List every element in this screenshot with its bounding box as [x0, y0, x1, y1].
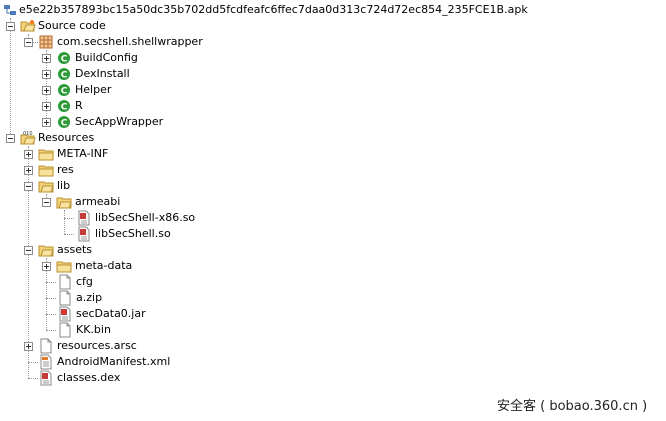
file-icon	[38, 338, 54, 354]
folder-icon	[56, 194, 72, 210]
expand-toggle[interactable]	[42, 86, 51, 95]
project-tree: e5e22b357893bc15a50dc35b702dd5fcdfeafc6f…	[0, 0, 666, 421]
expand-toggle[interactable]	[42, 54, 51, 63]
tree-node-label: BuildConfig	[75, 51, 138, 64]
xml-file-icon	[38, 354, 54, 370]
tree-node-file[interactable]: cfg	[0, 274, 200, 290]
apk-icon	[2, 2, 18, 18]
tree-node-label: classes.dex	[57, 371, 121, 384]
class-icon: C	[56, 50, 72, 66]
tree-node-so-file[interactable]: libSecShell-x86.so	[0, 210, 220, 226]
tree-node-label: resources.arsc	[57, 339, 137, 352]
tree-node-label: cfg	[76, 275, 93, 288]
tree-node-class[interactable]: C DexInstall	[0, 66, 200, 82]
tree-node-class[interactable]: C Helper	[0, 82, 200, 98]
svg-text:010: 010	[23, 131, 33, 137]
tree-node-label: lib	[57, 179, 71, 192]
tree-node-label: SecAppWrapper	[75, 115, 164, 128]
tree-node-label: KK.bin	[76, 323, 111, 336]
tree-node-source-code[interactable]: Source code	[0, 18, 200, 34]
collapse-toggle[interactable]	[24, 182, 33, 191]
collapse-toggle[interactable]	[42, 198, 51, 207]
expand-toggle[interactable]	[42, 102, 51, 111]
svg-text:C: C	[61, 103, 68, 113]
collapse-toggle[interactable]	[6, 22, 15, 31]
tree-node-lib[interactable]: lib	[0, 178, 200, 194]
collapse-toggle[interactable]	[24, 38, 33, 47]
source-folder-icon	[20, 18, 36, 34]
folder-icon	[56, 258, 72, 274]
file-icon	[57, 322, 73, 338]
svg-text:C: C	[61, 55, 68, 65]
resources-folder-icon: 010	[20, 130, 36, 146]
tree-node-label: AndroidManifest.xml	[57, 355, 171, 368]
svg-text:C: C	[61, 87, 68, 97]
tree-node-file[interactable]: KK.bin	[0, 322, 200, 338]
tree-node-label: secData0.jar	[76, 307, 146, 320]
tree-node-resources[interactable]: 010 Resources	[0, 130, 200, 146]
folder-icon	[38, 146, 54, 162]
binary-file-icon	[76, 210, 92, 226]
class-icon: C	[56, 82, 72, 98]
tree-node-label: meta-data	[75, 259, 133, 272]
class-icon: C	[56, 98, 72, 114]
expand-toggle[interactable]	[24, 150, 33, 159]
tree-node-label: libSecShell-x86.so	[95, 211, 196, 224]
expand-toggle[interactable]	[42, 118, 51, 127]
folder-icon	[38, 178, 54, 194]
svg-text:C: C	[61, 71, 68, 81]
watermark: 安全客 ( bobao.360.cn )	[497, 399, 648, 414]
binary-file-icon	[38, 370, 54, 386]
tree-node-label: assets	[57, 243, 93, 256]
tree-node-label: META-INF	[57, 147, 109, 160]
tree-node-label: Resources	[38, 131, 95, 144]
tree-node-assets[interactable]: assets	[0, 242, 200, 258]
tree-node-label: R	[75, 99, 83, 112]
expand-toggle[interactable]	[42, 262, 51, 271]
tree-node-label: armeabi	[75, 195, 121, 208]
expand-toggle[interactable]	[24, 166, 33, 175]
tree-node-label: com.secshell.shellwrapper	[57, 35, 203, 48]
tree-node-file[interactable]: AndroidManifest.xml	[0, 354, 220, 370]
class-icon: C	[56, 66, 72, 82]
tree-node-label: e5e22b357893bc15a50dc35b702dd5fcdfeafc6f…	[19, 3, 528, 16]
tree-node-so-file[interactable]: libSecShell.so	[0, 226, 220, 242]
tree-node-meta-data[interactable]: meta-data	[0, 258, 200, 274]
folder-icon	[38, 242, 54, 258]
tree-node-package[interactable]: com.secshell.shellwrapper	[0, 34, 240, 50]
expand-toggle[interactable]	[24, 342, 33, 351]
class-icon: C	[56, 114, 72, 130]
file-icon	[57, 274, 73, 290]
tree-node-class[interactable]: C SecAppWrapper	[0, 114, 200, 130]
expand-toggle[interactable]	[42, 70, 51, 79]
tree-node-label: res	[57, 163, 74, 176]
tree-node-root[interactable]: e5e22b357893bc15a50dc35b702dd5fcdfeafc6f…	[0, 2, 528, 18]
tree-node-file[interactable]: secData0.jar	[0, 306, 200, 322]
tree-node-class[interactable]: C R	[0, 98, 200, 114]
binary-file-icon	[76, 226, 92, 242]
binary-file-icon	[57, 306, 73, 322]
svg-text:C: C	[61, 119, 68, 129]
tree-node-class[interactable]: C BuildConfig	[0, 50, 200, 66]
tree-node-label: a.zip	[76, 291, 103, 304]
package-icon	[38, 34, 54, 50]
tree-node-label: Source code	[38, 19, 106, 32]
collapse-toggle[interactable]	[24, 246, 33, 255]
tree-node-file[interactable]: resources.arsc	[0, 338, 200, 354]
tree-node-file[interactable]: a.zip	[0, 290, 200, 306]
collapse-toggle[interactable]	[6, 134, 15, 143]
tree-node-res[interactable]: res	[0, 162, 200, 178]
tree-node-file[interactable]: classes.dex	[0, 370, 200, 386]
tree-node-label: libSecShell.so	[95, 227, 171, 240]
file-icon	[57, 290, 73, 306]
tree-node-armeabi[interactable]: armeabi	[0, 194, 200, 210]
tree-node-label: DexInstall	[75, 67, 130, 80]
folder-icon	[38, 162, 54, 178]
tree-node-label: Helper	[75, 83, 112, 96]
tree-node-meta-inf[interactable]: META-INF	[0, 146, 200, 162]
